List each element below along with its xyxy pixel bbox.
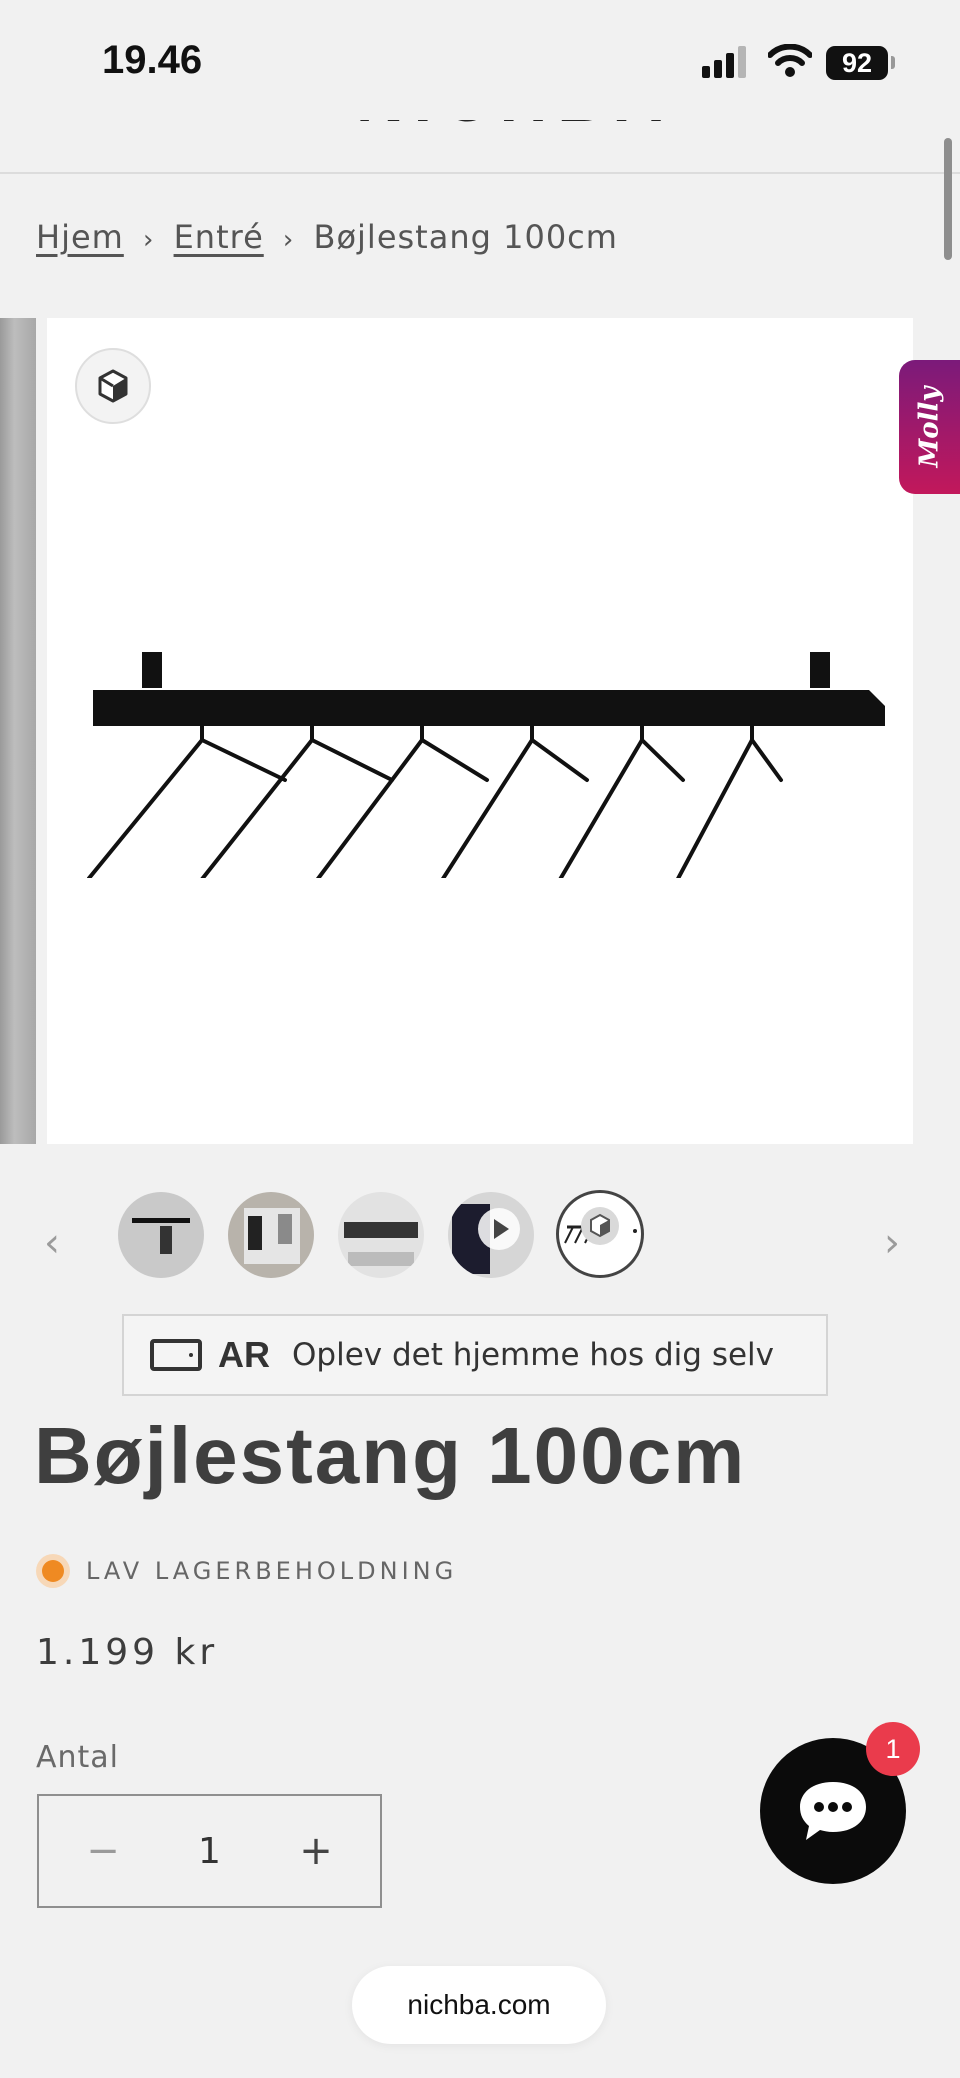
browser-url-bar[interactable]: nichba.com [352,1966,606,2044]
quantity-stepper: − 1 + [37,1794,382,1908]
product-title: Bøjlestang 100cm [34,1411,747,1500]
stock-status-text: LAV LAGERBEHOLDNING [86,1557,458,1585]
quantity-value[interactable]: 1 [198,1831,221,1872]
chat-notification-badge: 1 [866,1722,920,1776]
breadcrumb-home-link[interactable]: Hjem [36,218,124,256]
cellular-signal-icon [702,46,746,78]
breadcrumb: Hjem › Entré › Bøjlestang 100cm [36,218,618,256]
quantity-label: Antal [36,1740,120,1775]
breadcrumb-separator: › [142,225,155,255]
thumbnail-video[interactable] [448,1192,534,1278]
ar-device-icon [150,1339,202,1371]
3d-model-icon[interactable] [75,348,151,424]
status-bar: 19.46 92 [0,0,960,120]
thumbnail-3d-model[interactable] [556,1190,644,1278]
status-time: 19.46 [102,38,203,82]
chat-icon [800,1782,866,1840]
quantity-increase-button[interactable]: + [296,1828,336,1874]
thumbnail-strip: ‹ › [0,1190,960,1290]
scrollbar-thumb[interactable] [944,138,952,260]
battery-indicator: 92 [826,46,888,80]
play-icon [478,1208,520,1250]
clothes-rack-product-image [87,652,885,878]
product-price: 1.199 kr [36,1632,219,1673]
thumbnail-2[interactable] [228,1192,314,1278]
chevron-right-icon[interactable]: › [884,1220,900,1266]
breadcrumb-separator: › [282,225,295,255]
product-image-main[interactable] [47,318,913,1144]
ar-description: Oplev det hjemme hos dig selv [292,1337,774,1373]
thumbnail-1[interactable] [118,1192,204,1278]
molly-side-tab[interactable]: Molly [899,360,960,494]
breadcrumb-current: Bøjlestang 100cm [313,218,618,256]
battery-nub [891,56,895,69]
thumbnail-3[interactable] [338,1192,424,1278]
view-in-ar-button[interactable]: AR Oplev det hjemme hos dig selv [122,1314,828,1396]
stock-indicator: LAV LAGERBEHOLDNING [36,1554,457,1588]
breadcrumb-category-link[interactable]: Entré [174,218,264,256]
ar-label: AR [218,1334,270,1375]
molly-label: Molly [914,386,945,468]
wifi-icon [768,44,812,77]
previous-slide-peek[interactable] [0,318,36,1144]
stock-status-dot [36,1554,70,1588]
chevron-left-icon[interactable]: ‹ [44,1220,60,1266]
quantity-decrease-button[interactable]: − [83,1828,123,1874]
